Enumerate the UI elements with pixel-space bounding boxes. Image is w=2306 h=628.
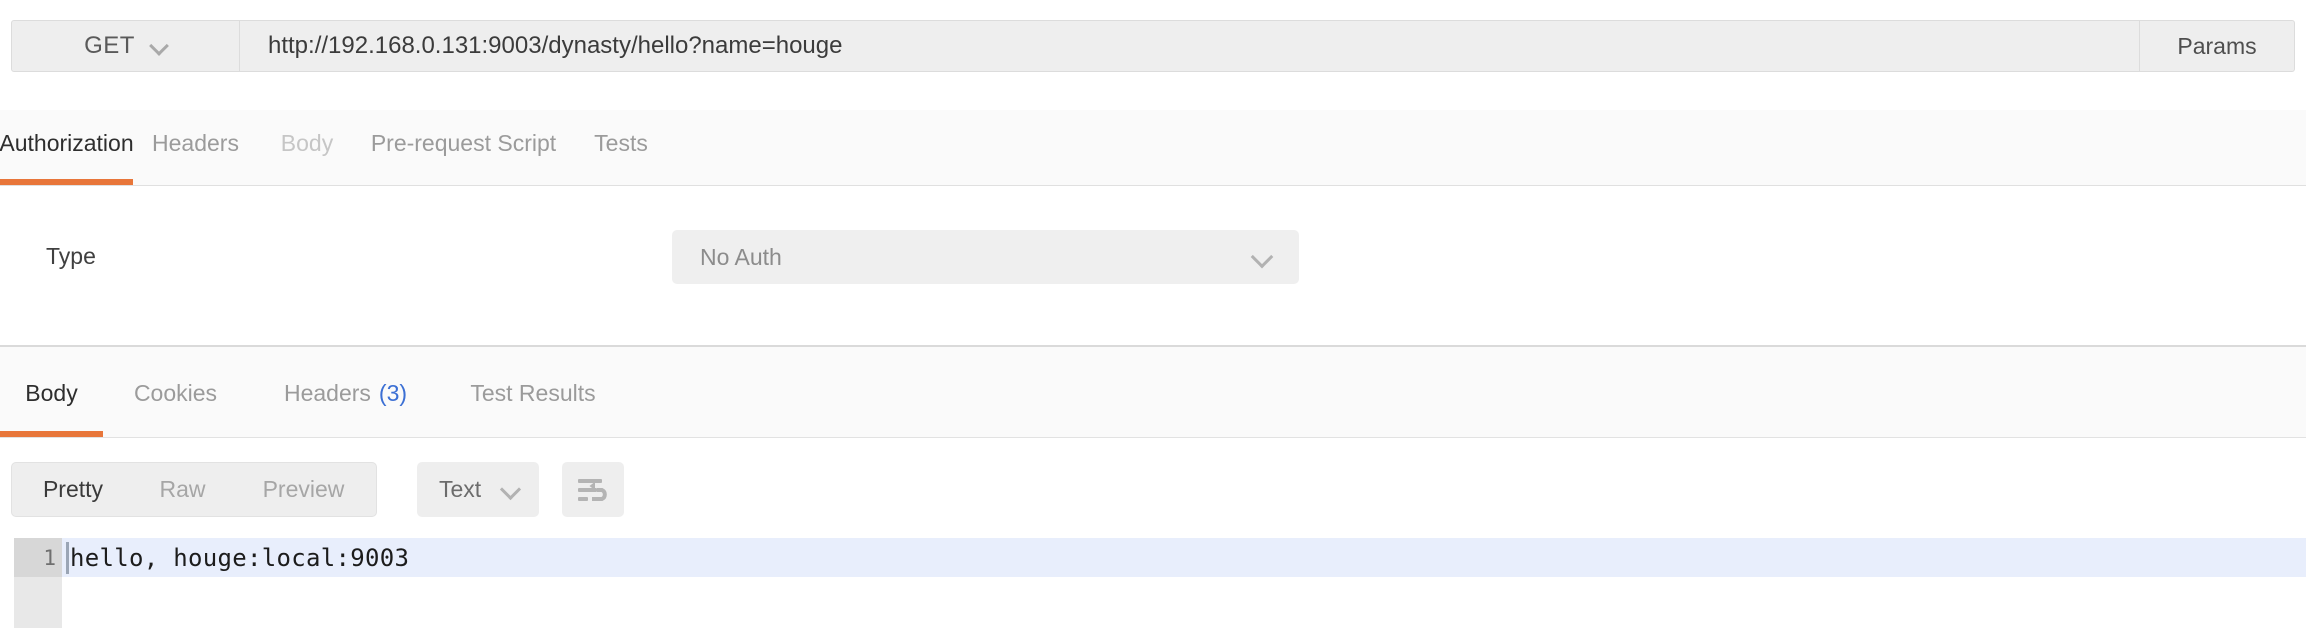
request-url-bar: GET http://192.168.0.131:9003/dynasty/he… xyxy=(11,20,2295,72)
authorization-panel: Type No Auth xyxy=(0,186,2306,345)
response-tabs: Body Cookies Headers (3) Test Results xyxy=(0,359,623,437)
tab-authorization[interactable]: Authorization xyxy=(0,110,134,185)
response-toolbar: Pretty Raw Preview Text xyxy=(0,438,2306,538)
word-wrap-button[interactable] xyxy=(562,462,624,517)
request-tabs-bar: Authorization Headers Body Pre-request S… xyxy=(0,110,2306,186)
editor-caret xyxy=(66,542,69,574)
response-tab-body[interactable]: Body xyxy=(0,359,103,437)
view-mode-raw-label: Raw xyxy=(159,476,206,502)
response-tab-test-results-label: Test Results xyxy=(470,379,596,406)
tab-pre-request-script-label: Pre-request Script xyxy=(370,130,557,156)
tab-body[interactable]: Body xyxy=(258,110,356,185)
view-mode-raw[interactable]: Raw xyxy=(134,463,231,516)
response-tab-body-label: Body xyxy=(25,379,78,406)
view-mode-pretty[interactable]: Pretty xyxy=(12,463,134,516)
tab-body-label: Body xyxy=(280,130,334,156)
tab-authorization-label: Authorization xyxy=(0,130,134,156)
word-wrap-icon xyxy=(578,478,607,501)
view-mode-pretty-label: Pretty xyxy=(42,476,104,502)
chevron-down-icon xyxy=(1253,248,1271,266)
tab-headers[interactable]: Headers xyxy=(133,110,258,185)
auth-type-select-value: No Auth xyxy=(700,243,782,270)
params-button-label: Params xyxy=(2177,32,2257,59)
view-mode-preview-label: Preview xyxy=(262,476,345,502)
response-format-select-value: Text xyxy=(439,476,482,502)
auth-type-select[interactable]: No Auth xyxy=(672,230,1299,284)
tab-headers-label: Headers xyxy=(152,130,239,156)
response-body-editor[interactable]: 1 hello, houge:local:9003 xyxy=(0,538,2306,628)
request-url-bar-section: GET http://192.168.0.131:9003/dynasty/he… xyxy=(0,0,2306,110)
response-tab-headers[interactable]: Headers (3) xyxy=(248,359,443,437)
response-body-text: hello, houge:local:9003 xyxy=(70,543,410,572)
url-input[interactable]: http://192.168.0.131:9003/dynasty/hello?… xyxy=(240,21,2139,71)
params-button[interactable]: Params xyxy=(2139,21,2294,71)
tab-tests[interactable]: Tests xyxy=(571,110,671,185)
url-input-value: http://192.168.0.131:9003/dynasty/hello?… xyxy=(268,32,843,59)
response-tabs-bar: Body Cookies Headers (3) Test Results xyxy=(0,347,2306,438)
response-view-mode-group: Pretty Raw Preview xyxy=(11,462,377,517)
chevron-down-icon xyxy=(151,38,167,54)
auth-type-label: Type xyxy=(46,243,96,269)
tab-tests-label: Tests xyxy=(594,130,648,156)
http-method-label: GET xyxy=(84,32,135,59)
response-format-select[interactable]: Text xyxy=(417,462,539,517)
chevron-down-icon xyxy=(502,481,519,498)
response-tab-headers-label: Headers xyxy=(283,379,371,406)
response-headers-count-badge: (3) xyxy=(378,379,408,406)
response-tab-test-results[interactable]: Test Results xyxy=(443,359,623,437)
tab-pre-request-script[interactable]: Pre-request Script xyxy=(356,110,571,185)
editor-line-number: 1 xyxy=(43,545,56,570)
http-method-dropdown[interactable]: GET xyxy=(12,21,240,71)
response-tab-cookies-label: Cookies xyxy=(133,379,218,406)
request-tabs: Authorization Headers Body Pre-request S… xyxy=(0,110,671,185)
response-tab-cookies[interactable]: Cookies xyxy=(103,359,248,437)
view-mode-preview[interactable]: Preview xyxy=(231,463,376,516)
